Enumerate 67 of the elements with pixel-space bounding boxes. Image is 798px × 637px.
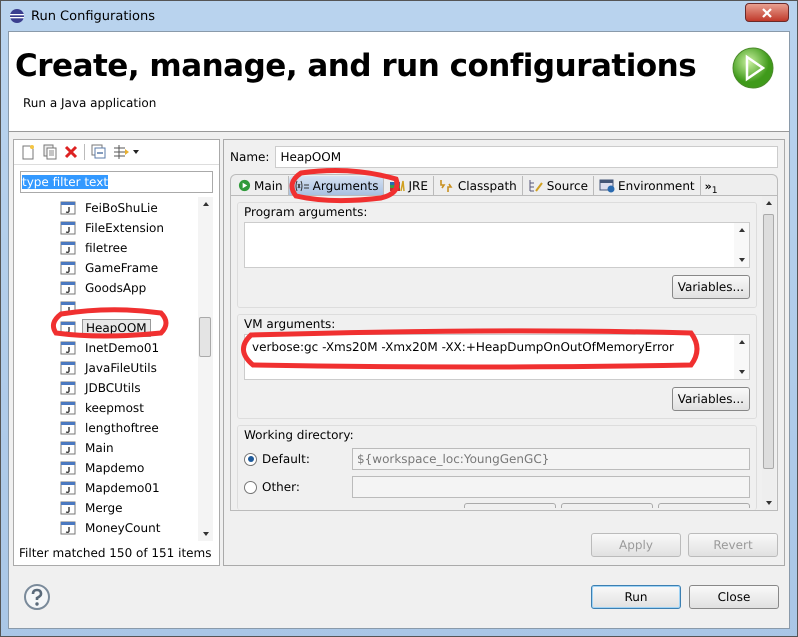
filter-text: type filter text — [22, 175, 108, 189]
variables-button[interactable]: Variables... — [672, 275, 750, 299]
java-app-icon — [60, 281, 76, 295]
tree-item[interactable]: FileExtension — [82, 220, 167, 236]
group-label: VM arguments: — [244, 316, 336, 331]
classpath-icon — [438, 178, 455, 192]
java-app-icon — [60, 501, 76, 515]
java-app-icon — [60, 461, 76, 475]
dialog-button[interactable]: Close — [689, 585, 779, 609]
tree-item[interactable]: JDBCUtils — [82, 380, 144, 396]
java-app-icon — [60, 521, 76, 535]
close-icon — [761, 8, 773, 18]
close-button[interactable] — [745, 3, 789, 22]
window-title: Run Configurations — [31, 8, 155, 24]
filter-status: Filter matched 150 of 151 items — [18, 545, 212, 562]
directory-field: ${workspace_loc:YoungGenGC} — [352, 448, 750, 470]
new-icon[interactable] — [20, 144, 36, 160]
run-icon — [238, 179, 251, 192]
tree-item[interactable]: Mapdemo — [82, 460, 148, 476]
java-app-icon — [60, 401, 76, 415]
tree-item[interactable]: keepmost — [82, 400, 147, 416]
java-app-icon — [60, 421, 76, 435]
banner-subtitle: Run a Java application — [23, 96, 158, 110]
tree-item[interactable]: JavaFileUtils — [82, 360, 160, 376]
environment-icon — [599, 178, 615, 192]
tab[interactable]: Arguments — [288, 176, 384, 195]
tree-item[interactable]: GoodsApp — [82, 280, 150, 296]
more-tabs-button[interactable]: »$_{1}$ — [700, 180, 718, 195]
books-icon — [389, 178, 406, 192]
tree-item[interactable]: MoneyCount — [82, 520, 164, 536]
variables-button[interactable]: Variables... — [672, 386, 750, 411]
radio-label: Default: — [262, 452, 311, 466]
group-label: Program arguments: — [244, 205, 368, 219]
filter-icon[interactable] — [113, 144, 139, 160]
banner-heading: Create, manage, and run configurations — [15, 48, 696, 84]
radio-label: Other: — [262, 480, 301, 494]
java-app-icon — [60, 241, 76, 255]
help-icon[interactable] — [23, 583, 51, 611]
java-app-icon — [60, 361, 76, 375]
group-label: Working directory: — [244, 428, 355, 442]
tree-item[interactable]: filetree — [82, 240, 130, 256]
java-app-icon — [60, 341, 76, 355]
scrollbar[interactable] — [198, 197, 213, 541]
java-app-icon — [60, 441, 76, 455]
tree-item[interactable]: Merge — [82, 500, 126, 516]
arguments-icon — [294, 180, 310, 192]
collapse-icon[interactable] — [91, 144, 107, 160]
eclipse-icon — [9, 8, 25, 24]
delete-icon[interactable] — [64, 145, 78, 159]
radio-button[interactable] — [244, 480, 257, 494]
duplicate-icon[interactable] — [42, 144, 58, 160]
java-app-icon — [60, 481, 76, 495]
name-label: Name: — [230, 150, 270, 164]
dialog-button[interactable]: Run — [591, 585, 681, 609]
java-app-icon — [60, 381, 76, 395]
tree-item[interactable]: GameFrame — [82, 260, 162, 276]
tree-item[interactable]: Main — [82, 440, 117, 456]
run-icon — [731, 46, 775, 90]
tree-item[interactable]: FeiBoShuLie — [82, 200, 161, 216]
tree-item[interactable]: InetDemo01 — [82, 340, 162, 356]
name-field[interactable]: HeapOOM — [275, 146, 778, 168]
tree-item[interactable]: Mapdemo01 — [82, 480, 163, 496]
java-app-icon — [60, 261, 76, 275]
java-app-icon — [60, 221, 76, 235]
source-icon — [528, 178, 544, 192]
tree-item[interactable]: lengthoftree — [82, 420, 162, 436]
java-app-icon — [60, 201, 76, 215]
